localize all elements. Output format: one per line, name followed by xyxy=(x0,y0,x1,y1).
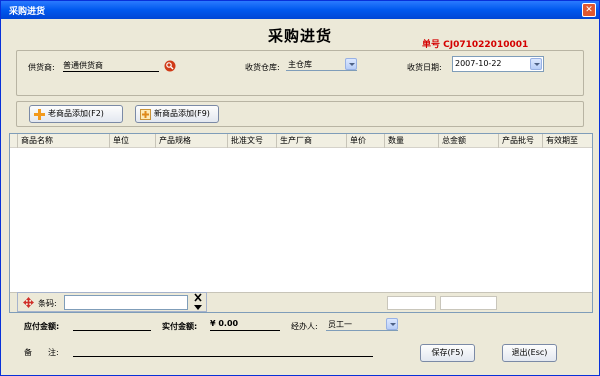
barcode-label: 条码: xyxy=(38,299,57,308)
title-bar[interactable]: 采购进货 ✕ xyxy=(1,1,599,19)
dropdown-arrow-icon[interactable] xyxy=(345,58,357,70)
column-header[interactable]: 有效期至 xyxy=(543,134,592,148)
exit-button[interactable]: 退出(Esc) xyxy=(502,344,557,362)
dropdown-arrow-icon[interactable] xyxy=(386,318,398,330)
order-no-label: 单号 xyxy=(422,40,441,50)
column-header[interactable]: 批准文号 xyxy=(228,134,277,148)
column-header[interactable]: 商品名称 xyxy=(18,134,110,148)
payable-field[interactable] xyxy=(73,319,151,331)
save-button[interactable]: 保存(F5) xyxy=(420,344,475,362)
add-old-item-button[interactable]: 老商品添加(F2) xyxy=(29,105,123,123)
quantity-total-cell xyxy=(387,296,436,310)
handler-value: 员工一 xyxy=(328,320,352,329)
items-table[interactable]: 商品名称 单位 产品规格 批准文号 生产厂商 单价 数量 总金额 产品批号 有效… xyxy=(9,133,593,313)
payable-label: 应付金额: xyxy=(24,322,60,331)
column-header[interactable]: 生产厂商 xyxy=(277,134,347,148)
purchase-window: 采购进货 ✕ 采购进货 单号 CJ071022010001 供货商: 普通供货商… xyxy=(0,0,600,376)
supplier-value: 普通供货商 xyxy=(63,61,103,70)
column-header[interactable]: 单价 xyxy=(347,134,385,148)
paid-field[interactable]: ¥ 0.00 xyxy=(210,319,280,331)
column-header[interactable]: 产品规格 xyxy=(156,134,228,148)
search-icon[interactable] xyxy=(164,60,176,72)
close-icon[interactable] xyxy=(192,293,204,302)
window-title: 采购进货 xyxy=(9,7,46,17)
handler-label: 经办人: xyxy=(291,322,318,331)
paid-value: ¥ 0.00 xyxy=(210,319,239,328)
plus-icon xyxy=(34,109,45,120)
move-icon[interactable] xyxy=(23,297,34,308)
warehouse-select[interactable]: 主仓库 xyxy=(286,58,357,71)
date-picker[interactable]: 2007-10-22 xyxy=(452,56,544,72)
row-selector-header xyxy=(10,134,18,148)
date-value: 2007-10-22 xyxy=(455,59,502,68)
warehouse-value: 主仓库 xyxy=(288,60,312,69)
paid-label: 实付金额: xyxy=(162,322,198,331)
supplier-field[interactable]: 普通供货商 xyxy=(63,60,159,72)
warehouse-label: 收货仓库: xyxy=(245,63,280,72)
remark-input[interactable] xyxy=(73,345,373,357)
order-no-value: CJ071022010001 xyxy=(443,40,529,50)
barcode-input[interactable] xyxy=(64,295,188,310)
dropdown-arrow-icon[interactable] xyxy=(530,58,542,70)
handler-select[interactable]: 员工一 xyxy=(326,318,398,331)
supplier-label: 供货商: xyxy=(28,63,55,72)
table-header: 商品名称 单位 产品规格 批准文号 生产厂商 单价 数量 总金额 产品批号 有效… xyxy=(10,134,592,148)
amount-total-cell xyxy=(440,296,497,310)
remark-label: 备 注: xyxy=(24,348,59,357)
new-item-icon xyxy=(140,109,151,120)
order-number: 单号 CJ071022010001 xyxy=(422,37,528,50)
column-header[interactable]: 单位 xyxy=(110,134,156,148)
arrow-down-icon[interactable] xyxy=(193,303,203,311)
add-new-item-button[interactable]: 新商品添加(F9) xyxy=(135,105,219,123)
barcode-panel: 条码: xyxy=(17,292,207,312)
column-header[interactable]: 产品批号 xyxy=(499,134,543,148)
column-header[interactable]: 数量 xyxy=(385,134,439,148)
window-close-button[interactable]: ✕ xyxy=(582,3,596,17)
date-label: 收货日期: xyxy=(407,63,442,72)
column-header[interactable]: 总金额 xyxy=(439,134,499,148)
